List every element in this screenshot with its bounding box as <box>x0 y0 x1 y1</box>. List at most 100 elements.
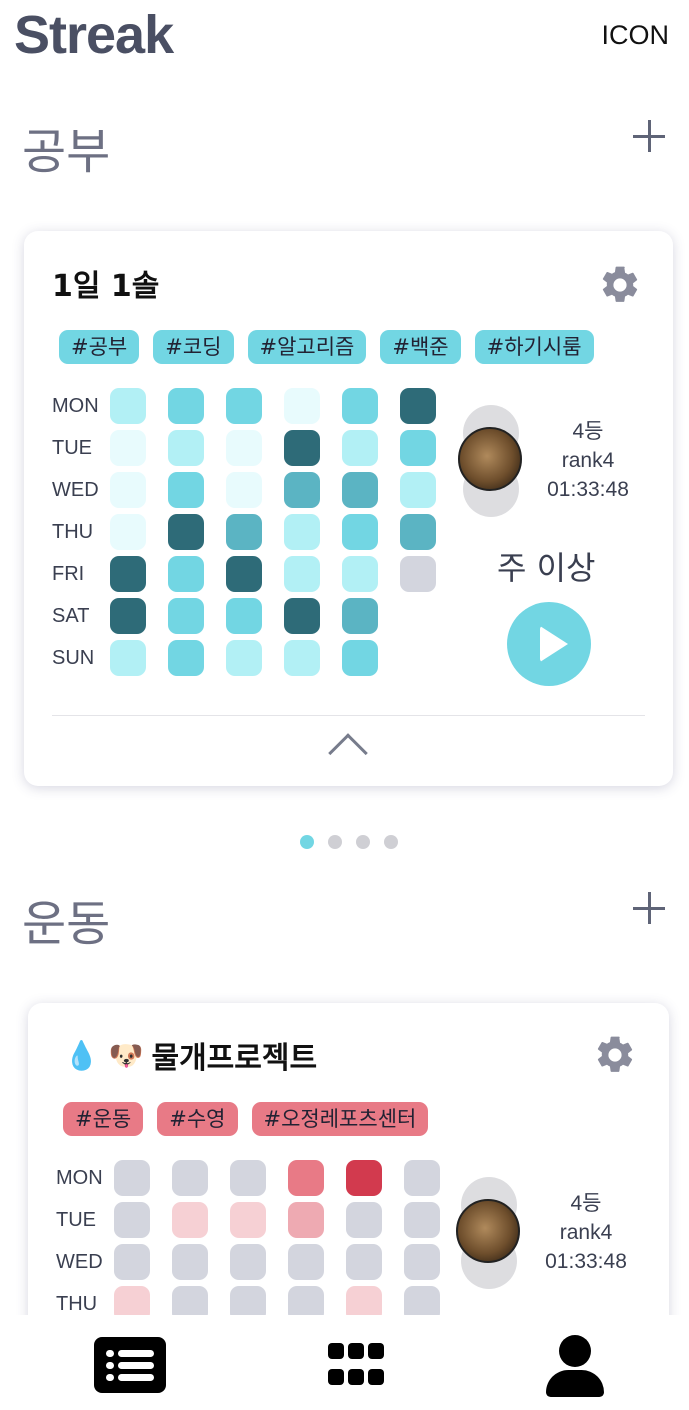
day-label: WED <box>52 478 99 501</box>
streak-cell[interactable] <box>226 388 262 424</box>
streak-cell[interactable] <box>110 430 146 466</box>
streak-cell[interactable] <box>172 1244 208 1280</box>
top-icon[interactable]: ICON <box>602 20 670 51</box>
streak-cell[interactable] <box>284 598 320 634</box>
streak-cell[interactable] <box>114 1244 150 1280</box>
streak-cell[interactable] <box>400 472 436 508</box>
grid-icon[interactable] <box>328 1343 384 1387</box>
streak-cell[interactable] <box>400 430 436 466</box>
streak-cell[interactable] <box>168 640 204 676</box>
streak-cell[interactable] <box>110 514 146 550</box>
streak-cell[interactable] <box>226 640 262 676</box>
gear-icon[interactable] <box>593 1033 637 1077</box>
tag[interactable]: #알고리즘 <box>247 330 367 364</box>
streak-cell[interactable] <box>168 472 204 508</box>
streak-cell[interactable] <box>168 388 204 424</box>
streak-cell[interactable] <box>168 556 204 592</box>
chevron-up-icon[interactable] <box>328 733 368 773</box>
streak-cell[interactable] <box>284 472 320 508</box>
tag[interactable]: #코딩 <box>153 330 234 364</box>
tag[interactable]: #하기시룸 <box>474 330 594 364</box>
streak-card: 1일 1솔 #공부 #코딩 #알고리즘 #백준 #하기시룸 MON TUE WED THU FR… <box>24 231 673 786</box>
streak-cell[interactable] <box>172 1160 208 1196</box>
streak-cell[interactable] <box>400 514 436 550</box>
streak-cell[interactable] <box>288 1202 324 1238</box>
grid-row: TUE <box>56 1202 114 1238</box>
streak-cell[interactable] <box>226 556 262 592</box>
streak-cell[interactable] <box>346 1244 382 1280</box>
rank-info: 4등 rank4 01:33:48 <box>540 417 636 504</box>
streak-cell[interactable] <box>230 1160 266 1196</box>
streak-cell[interactable] <box>346 1202 382 1238</box>
pagination-dot[interactable] <box>300 835 314 849</box>
tag[interactable]: #오정레포츠센터 <box>251 1102 429 1136</box>
streak-cell[interactable] <box>110 640 146 676</box>
avatar-stack <box>456 1177 526 1289</box>
grid-row: SUN <box>52 640 110 676</box>
streak-cell[interactable] <box>342 640 378 676</box>
streak-cell[interactable] <box>230 1244 266 1280</box>
streak-cell[interactable] <box>168 514 204 550</box>
streak-cell[interactable] <box>288 1160 324 1196</box>
streak-cell[interactable] <box>284 556 320 592</box>
tag[interactable]: #공부 <box>59 330 140 364</box>
streak-cell[interactable] <box>110 598 146 634</box>
tag[interactable]: #운동 <box>63 1102 144 1136</box>
day-label: TUE <box>56 1208 96 1231</box>
pagination-dot[interactable] <box>356 835 370 849</box>
streak-cell[interactable] <box>342 472 378 508</box>
user-icon[interactable] <box>546 1335 604 1397</box>
streak-cell[interactable] <box>284 514 320 550</box>
tag[interactable]: #수영 <box>157 1102 238 1136</box>
streak-cell[interactable] <box>404 1160 440 1196</box>
rank-label: rank4 <box>561 449 615 472</box>
day-label: THU <box>52 520 94 543</box>
streak-cell[interactable] <box>404 1202 440 1238</box>
streak-cell[interactable] <box>342 556 378 592</box>
streak-cell[interactable] <box>342 388 378 424</box>
streak-cell[interactable] <box>342 430 378 466</box>
section-title: 공부 <box>22 124 111 180</box>
streak-cell[interactable] <box>404 1244 440 1280</box>
list-icon[interactable] <box>94 1337 166 1393</box>
divider <box>52 715 645 716</box>
streak-cell[interactable] <box>110 556 146 592</box>
streak-cell[interactable] <box>114 1160 150 1196</box>
play-button[interactable] <box>507 602 591 686</box>
streak-cell[interactable] <box>400 388 436 424</box>
streak-cell[interactable] <box>284 640 320 676</box>
add-button[interactable] <box>633 120 667 154</box>
streak-cell[interactable] <box>226 472 262 508</box>
streak-cell[interactable] <box>284 430 320 466</box>
gear-icon[interactable] <box>598 263 642 307</box>
streak-cell[interactable] <box>342 598 378 634</box>
streak-cell[interactable] <box>342 514 378 550</box>
streak-cell[interactable] <box>230 1202 266 1238</box>
card-title: 1일 1솔 <box>52 261 159 305</box>
streak-cell[interactable] <box>110 388 146 424</box>
streak-cell[interactable] <box>226 514 262 550</box>
day-label: THU <box>56 1292 98 1315</box>
rank-time: 01:33:48 <box>545 1250 627 1273</box>
tag[interactable]: #백준 <box>380 330 461 364</box>
streak-cell[interactable] <box>226 598 262 634</box>
streak-cell[interactable] <box>168 430 204 466</box>
pagination-dot[interactable] <box>384 835 398 849</box>
pagination-dots <box>300 835 398 849</box>
streak-cell[interactable] <box>346 1160 382 1196</box>
streak-cell[interactable] <box>172 1202 208 1238</box>
streak-cell[interactable] <box>284 388 320 424</box>
streak-cell[interactable] <box>400 556 436 592</box>
streak-cell[interactable] <box>110 472 146 508</box>
streak-cell[interactable] <box>226 430 262 466</box>
card-title-text: 물개프로젝트 <box>151 1041 318 1076</box>
streak-cell[interactable] <box>168 598 204 634</box>
avatar[interactable] <box>458 427 522 491</box>
grid-row: MON <box>52 388 110 424</box>
rank-place: 4등 <box>570 1192 602 1215</box>
avatar[interactable] <box>456 1199 520 1263</box>
streak-cell[interactable] <box>114 1202 150 1238</box>
streak-cell[interactable] <box>288 1244 324 1280</box>
add-button[interactable] <box>633 892 667 926</box>
pagination-dot[interactable] <box>328 835 342 849</box>
